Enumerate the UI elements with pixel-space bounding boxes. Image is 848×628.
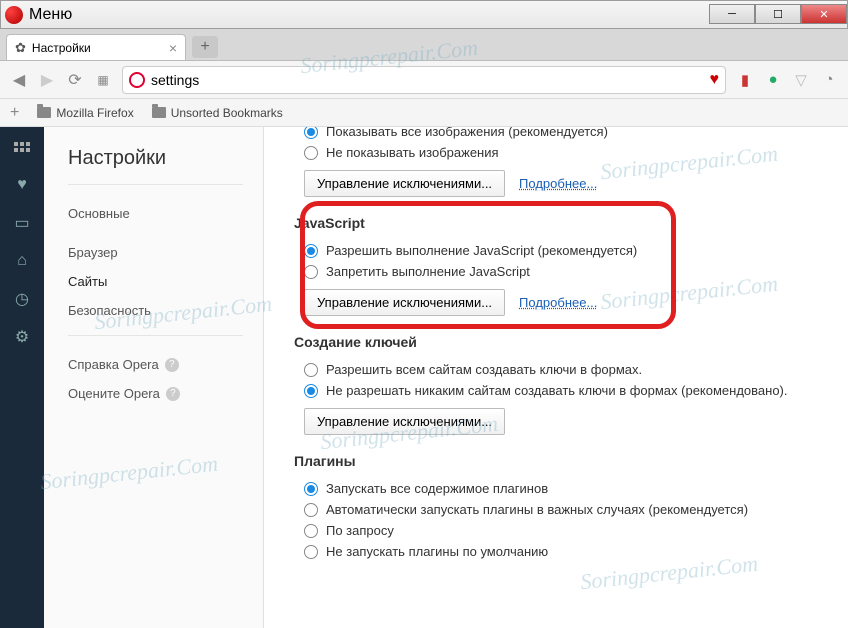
bookmark-folder-firefox[interactable]: Mozilla Firefox — [37, 106, 133, 120]
sidebar-item-rate[interactable]: Оцените Opera ? — [68, 379, 263, 408]
rail-speed-dial-icon[interactable] — [12, 139, 32, 155]
rail-devices-icon[interactable]: ⌂ — [12, 253, 32, 269]
back-button[interactable]: ◀ — [10, 71, 28, 89]
bookmark-folder-unsorted[interactable]: Unsorted Bookmarks — [152, 106, 283, 120]
radio-icon[interactable] — [304, 265, 318, 279]
heart-icon[interactable]: ♥ — [710, 71, 720, 89]
sidebar-item-browser[interactable]: Браузер — [68, 238, 263, 267]
bookmark-icon[interactable]: ▮ — [736, 71, 754, 89]
icon-rail: ♥ ▭ ⌂ ◷ ⚙ — [0, 127, 44, 628]
radio-icon[interactable] — [304, 146, 318, 160]
option-label: Разрешить выполнение JavaScript (рекомен… — [326, 243, 637, 258]
rail-news-icon[interactable]: ▭ — [12, 215, 32, 231]
power-icon[interactable]: ◔ — [820, 71, 838, 89]
section-title: Создание ключей — [294, 334, 828, 350]
option-label: Разрешить всем сайтам создавать ключи в … — [326, 362, 642, 377]
opera-logo-icon[interactable] — [5, 6, 23, 24]
sidebar-item-sites[interactable]: Сайты — [68, 267, 263, 296]
close-button[interactable]: ✕ — [801, 4, 847, 24]
sidebar-item-basic[interactable]: Основные — [68, 199, 263, 228]
option-plugins-all[interactable]: Запускать все содержимое плагинов — [304, 481, 828, 496]
option-images-hide[interactable]: Не показывать изображения — [304, 145, 828, 160]
main-area: ♥ ▭ ⌂ ◷ ⚙ Настройки Основные Браузер Сай… — [0, 127, 848, 628]
option-keys-disallow[interactable]: Не разрешать никаким сайтам создавать кл… — [304, 383, 828, 398]
radio-icon[interactable] — [304, 545, 318, 559]
radio-icon[interactable] — [304, 127, 318, 139]
reload-button[interactable]: ⟳ — [66, 71, 84, 89]
option-js-disallow[interactable]: Запретить выполнение JavaScript — [304, 264, 828, 279]
window-controls: ─ ☐ ✕ — [709, 5, 847, 24]
section-title: Плагины — [294, 453, 828, 469]
shield-icon[interactable]: ▽ — [792, 71, 810, 89]
option-label: Запускать все содержимое плагинов — [326, 481, 548, 496]
window-titlebar: Меню ─ ☐ ✕ — [0, 0, 848, 29]
option-label: Не запускать плагины по умолчанию — [326, 544, 548, 559]
radio-icon[interactable] — [304, 363, 318, 377]
folder-icon — [37, 107, 51, 118]
extension-globe-icon[interactable]: ● — [764, 71, 782, 89]
option-keys-allow[interactable]: Разрешить всем сайтам создавать ключи в … — [304, 362, 828, 377]
option-plugins-ondemand[interactable]: По запросу — [304, 523, 828, 538]
option-plugins-never[interactable]: Не запускать плагины по умолчанию — [304, 544, 828, 559]
tab-close-icon[interactable]: × — [169, 40, 177, 56]
option-label: Не показывать изображения — [326, 145, 499, 160]
help-icon: ? — [166, 387, 180, 401]
option-images-show[interactable]: Показывать все изображения (рекомендуетс… — [304, 127, 828, 139]
bookmarks-bar: + Mozilla Firefox Unsorted Bookmarks — [0, 99, 848, 127]
rail-history-icon[interactable]: ◷ — [12, 291, 32, 307]
bookmark-label: Mozilla Firefox — [56, 106, 133, 120]
section-title: JavaScript — [294, 215, 828, 231]
tab-settings[interactable]: ✿ Настройки × — [6, 34, 186, 60]
folder-icon — [152, 107, 166, 118]
option-plugins-auto[interactable]: Автоматически запускать плагины в важных… — [304, 502, 828, 517]
add-bookmark-button[interactable]: + — [10, 104, 19, 122]
learn-more-link[interactable]: Подробнее... — [519, 176, 597, 191]
learn-more-link[interactable]: Подробнее... — [519, 295, 597, 310]
sidebar-item-security[interactable]: Безопасность — [68, 296, 263, 325]
rail-heart-icon[interactable]: ♥ — [12, 177, 32, 193]
manage-exceptions-button[interactable]: Управление исключениями... — [304, 289, 505, 316]
sidebar-item-help[interactable]: Справка Opera ? — [68, 350, 263, 379]
bookmark-label: Unsorted Bookmarks — [171, 106, 283, 120]
option-label: Показывать все изображения (рекомендуетс… — [326, 127, 608, 139]
radio-icon[interactable] — [304, 524, 318, 538]
toolbar: ◀ ▶ ⟳ ▦ ♥ ▮ ● ▽ ◔ — [0, 61, 848, 99]
radio-icon[interactable] — [304, 503, 318, 517]
rail-extensions-icon[interactable]: ⚙ — [12, 329, 32, 345]
radio-icon[interactable] — [304, 384, 318, 398]
manage-exceptions-button[interactable]: Управление исключениями... — [304, 408, 505, 435]
settings-sidebar: Настройки Основные Браузер Сайты Безопас… — [44, 127, 264, 628]
gear-icon: ✿ — [15, 40, 26, 56]
radio-icon[interactable] — [304, 482, 318, 496]
new-tab-button[interactable]: + — [192, 36, 218, 58]
radio-icon[interactable] — [304, 244, 318, 258]
sidebar-item-label: Справка Opera — [68, 357, 159, 372]
option-label: Автоматически запускать плагины в важных… — [326, 502, 748, 517]
help-icon: ? — [165, 358, 179, 372]
section-javascript: JavaScript Разрешить выполнение JavaScri… — [294, 215, 828, 316]
forward-button[interactable]: ▶ — [38, 71, 56, 89]
sidebar-title: Настройки — [68, 147, 263, 170]
url-input[interactable] — [151, 72, 704, 88]
address-bar[interactable]: ♥ — [122, 66, 726, 94]
divider — [68, 335, 243, 336]
option-label: По запросу — [326, 523, 394, 538]
divider — [68, 184, 243, 185]
maximize-button[interactable]: ☐ — [755, 4, 801, 24]
sidebar-item-label: Оцените Opera — [68, 386, 160, 401]
menu-label[interactable]: Меню — [29, 6, 72, 24]
section-keys: Создание ключей Разрешить всем сайтам со… — [294, 334, 828, 435]
option-label: Запретить выполнение JavaScript — [326, 264, 530, 279]
settings-content[interactable]: Показывать все изображения (рекомендуетс… — [264, 127, 848, 628]
option-js-allow[interactable]: Разрешить выполнение JavaScript (рекомен… — [304, 243, 828, 258]
tab-title: Настройки — [32, 41, 91, 55]
section-plugins: Плагины Запускать все содержимое плагино… — [294, 453, 828, 559]
speed-dial-button[interactable]: ▦ — [94, 71, 112, 89]
tab-strip: ✿ Настройки × + — [0, 29, 848, 61]
manage-exceptions-button[interactable]: Управление исключениями... — [304, 170, 505, 197]
option-label: Не разрешать никаким сайтам создавать кл… — [326, 383, 788, 398]
minimize-button[interactable]: ─ — [709, 4, 755, 24]
opera-o-icon — [129, 72, 145, 88]
